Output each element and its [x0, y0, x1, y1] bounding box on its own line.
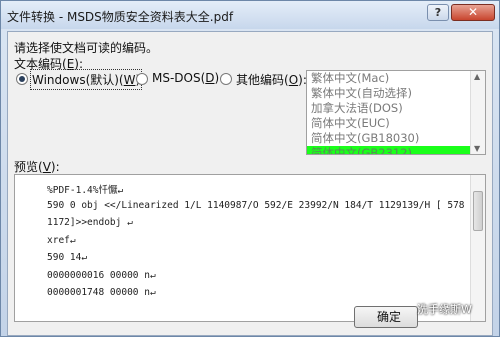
preview-line: 590 0 obj <</Linearized 1/L 1140987/O 59… — [47, 200, 465, 211]
preview-line: 590 14↵ — [47, 252, 88, 263]
radio-msdos-label[interactable]: MS-DOS(D) — [152, 71, 219, 85]
radio-other-encoding[interactable] — [220, 73, 232, 85]
encoding-option[interactable]: 简体中文(GB18030) — [307, 131, 470, 146]
encoding-option[interactable]: 繁体中文(自动选择) — [307, 86, 470, 101]
preview-scrollbar[interactable] — [470, 175, 485, 321]
file-conversion-dialog: 文件转换 - MSDS物质安全资料表大全.pdf ? ✕ 请选择使文档可读的编码… — [0, 0, 500, 337]
title-bar[interactable]: 文件转换 - MSDS物质安全资料表大全.pdf ? ✕ — [1, 1, 499, 29]
encoding-group-label: 文本编码(E): — [14, 57, 84, 71]
encoding-option[interactable]: 加拿大法语(DOS) — [307, 101, 470, 116]
scroll-down-arrow-icon[interactable]: ▼ — [474, 144, 480, 153]
preview-line: xref↵ — [47, 235, 76, 246]
encoding-list[interactable]: 繁体中文(Mac) 繁体中文(自动选择) 加拿大法语(DOS) 简体中文(EUC… — [306, 70, 486, 155]
encoding-option[interactable]: 繁体中文(Mac) — [307, 71, 470, 86]
preview-scroll-thumb[interactable] — [473, 191, 483, 231]
ok-button[interactable]: 确定 — [354, 306, 418, 328]
dialog-body: 请选择使文档可读的编码。 文本编码(E): Windows(默认)(W) MS-… — [7, 31, 493, 336]
help-button[interactable]: ? — [427, 4, 449, 21]
preview-textarea[interactable]: %PDF-1.4%忏懨↵ 590 0 obj <</Linearized 1/L… — [14, 174, 486, 322]
encoding-option[interactable]: 简体中文(EUC) — [307, 116, 470, 131]
encoding-option-selected[interactable]: 简体中文(GB2312) — [307, 146, 470, 154]
preview-line: 0000001748 00000 n↵ — [47, 287, 156, 298]
radio-other-encoding-label[interactable]: 其他编码(O): — [236, 71, 307, 88]
encoding-list-scrollbar[interactable]: ▲ ▼ — [470, 71, 485, 154]
radio-msdos[interactable] — [136, 73, 148, 85]
close-button[interactable]: ✕ — [451, 4, 495, 21]
radio-windows-label[interactable]: Windows(默认)(W) — [29, 69, 143, 90]
watermark-text: 洗手缘斯W — [417, 303, 472, 316]
preview-line: %PDF-1.4%忏懨↵ — [47, 185, 124, 196]
preview-label: 预览(V): — [14, 160, 60, 174]
radio-windows[interactable] — [16, 73, 28, 85]
preview-line: 0000000016 00000 n↵ — [47, 270, 156, 281]
instruction-text: 请选择使文档可读的编码。 — [14, 41, 159, 55]
scroll-up-arrow-icon[interactable]: ▲ — [474, 72, 480, 81]
preview-line: 1172]>>endobj ↵ — [47, 217, 133, 228]
window-title: 文件转换 - MSDS物质安全资料表大全.pdf — [7, 10, 234, 24]
